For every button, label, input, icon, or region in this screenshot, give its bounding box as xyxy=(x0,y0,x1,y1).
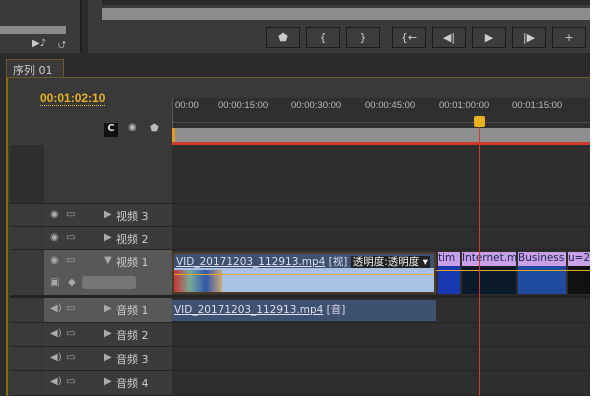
video-clip[interactable]: Business xyxy=(518,252,566,294)
time-ruler[interactable]: 00:00 00:00:15:00 00:00:30:00 00:00:45:0… xyxy=(172,98,590,128)
sync-lock-icon[interactable]: ▭ xyxy=(66,328,75,339)
keyframe-navigator[interactable] xyxy=(82,276,136,289)
tick-label: 00:00:30:00 xyxy=(291,100,342,111)
clip-name: Business xyxy=(518,252,566,266)
sequence-marker-icon[interactable]: ◉ xyxy=(128,122,137,133)
monitor-ruler[interactable] xyxy=(102,0,590,5)
current-timecode[interactable]: 00:01:02:10 xyxy=(40,91,106,106)
play-button[interactable]: ▶ xyxy=(472,27,506,48)
clip-name: VID_20171203_112913.mp4 xyxy=(174,304,324,316)
tick-label: 00:01:15:00 xyxy=(512,100,563,111)
track-label: 音频 1 xyxy=(116,304,149,317)
sync-lock-icon[interactable]: ▭ xyxy=(66,255,75,266)
track-audio-1: ◀) ▭ ▶ 音频 1 VID_20171203_112913.mp4 [音] xyxy=(10,298,590,323)
expand-icon[interactable]: ▶ xyxy=(104,232,112,243)
step-back-button[interactable]: ◀| xyxy=(432,27,466,48)
expand-icon[interactable]: ▶ xyxy=(104,376,112,387)
work-area-bar[interactable] xyxy=(172,128,590,142)
clip-tag: [音] xyxy=(326,304,346,316)
sync-lock-icon[interactable]: ▭ xyxy=(66,352,75,363)
video-clip[interactable]: tim xyxy=(438,252,460,294)
keyframe-icon[interactable]: ◆ xyxy=(68,277,76,288)
expand-icon[interactable]: ▶ xyxy=(104,328,112,339)
effect-dropdown[interactable]: 透明度:透明度 ▾ xyxy=(350,256,430,268)
sync-lock-icon[interactable]: ▭ xyxy=(66,376,75,387)
playhead-handle[interactable] xyxy=(474,116,486,127)
speaker-icon[interactable]: ◀) xyxy=(50,328,62,339)
clip-name: tim xyxy=(438,252,460,266)
program-monitor: ⬟ { } {← ◀| ▶ |▶ + xyxy=(88,0,590,53)
sync-lock-icon[interactable]: ▭ xyxy=(66,303,75,314)
audio-clip[interactable]: VID_20171203_112913.mp4 [音] xyxy=(172,300,436,321)
track-label: 视频 2 xyxy=(116,233,149,246)
more-button[interactable]: + xyxy=(552,27,586,48)
step-forward-button[interactable]: |▶ xyxy=(512,27,546,48)
tick-label: 00:01:00:00 xyxy=(439,100,490,111)
collapse-icon[interactable]: ▼ xyxy=(104,255,112,266)
clip-name: u=2 xyxy=(568,252,590,266)
tick-label: 00:00:15:00 xyxy=(218,100,269,111)
video-clip[interactable]: Internet.m xyxy=(462,252,516,294)
track-video-2: ◉ ▭ ▶ 视频 2 xyxy=(10,227,590,250)
mark-in-button[interactable]: { xyxy=(306,27,340,48)
new-item-icon[interactable]: ⮍ xyxy=(58,38,66,55)
automate-to-sequence-icon[interactable]: ▶♪ xyxy=(32,38,46,49)
opacity-line[interactable] xyxy=(174,274,434,275)
expand-icon[interactable]: ▶ xyxy=(104,209,112,220)
eye-icon[interactable]: ◉ xyxy=(50,232,59,243)
tab-label: 序列 01 xyxy=(13,64,53,77)
video-clip[interactable]: u=2 xyxy=(568,252,590,294)
track-label: 音频 2 xyxy=(116,329,149,342)
track-label: 音频 4 xyxy=(116,377,149,390)
sync-lock-icon[interactable]: ▭ xyxy=(66,209,75,220)
track-label: 视频 3 xyxy=(116,210,149,223)
scrollbar[interactable] xyxy=(0,26,66,34)
speaker-icon[interactable]: ◀) xyxy=(50,352,62,363)
expand-icon[interactable]: ▶ xyxy=(104,352,112,363)
project-panel: ▶♪ ⮍ xyxy=(0,0,82,53)
playhead-line[interactable] xyxy=(479,116,481,396)
go-to-in-button[interactable]: {← xyxy=(392,27,426,48)
premiere-window: ▶♪ ⮍ ⬟ { } {← ◀| ▶ |▶ + 序列 01 × 00:01:02… xyxy=(0,0,590,396)
video-clip[interactable]: VID_20171203_112913.mp4 [视] 透明度:透明度 ▾ xyxy=(172,252,436,294)
expand-icon[interactable]: ▶ xyxy=(104,303,112,314)
track-audio-4: ◀) ▭ ▶ 音频 4 xyxy=(10,371,590,396)
tab-sequence-01[interactable]: 序列 01 × xyxy=(6,59,64,91)
clip-name: Internet.m xyxy=(462,252,516,266)
track-label: 音频 3 xyxy=(116,353,149,366)
mark-out-button[interactable]: } xyxy=(346,27,380,48)
tick-label: 00:00 xyxy=(175,100,199,111)
eye-icon[interactable]: ◉ xyxy=(50,255,59,266)
clip-tag: [视] xyxy=(328,256,348,268)
monitor-zoom-bar[interactable] xyxy=(102,8,590,20)
clip-name: VID_20171203_112913.mp4 xyxy=(176,256,326,268)
display-style-icon[interactable]: ▣ xyxy=(50,277,59,288)
add-marker-icon[interactable]: ⬟ xyxy=(150,123,159,134)
tick-label: 00:00:45:00 xyxy=(365,100,416,111)
add-marker-button[interactable]: ⬟ xyxy=(266,27,300,48)
snap-icon[interactable]: C xyxy=(104,123,118,137)
track-label: 视频 1 xyxy=(116,256,149,269)
eye-icon[interactable]: ◉ xyxy=(50,209,59,220)
speaker-icon[interactable]: ◀) xyxy=(50,376,62,387)
speaker-icon[interactable]: ◀) xyxy=(50,303,62,314)
track-audio-3: ◀) ▭ ▶ 音频 3 xyxy=(10,347,590,371)
track-video-3: ◉ ▭ ▶ 视频 3 xyxy=(10,204,590,227)
track-video-1: ◉▭▼视频 2视频 1▣◆ VID_20171203_112913.mp4 [视… xyxy=(10,250,590,296)
track-audio-2: ◀) ▭ ▶ 音频 2 xyxy=(10,323,590,347)
sync-lock-icon[interactable]: ▭ xyxy=(66,232,75,243)
